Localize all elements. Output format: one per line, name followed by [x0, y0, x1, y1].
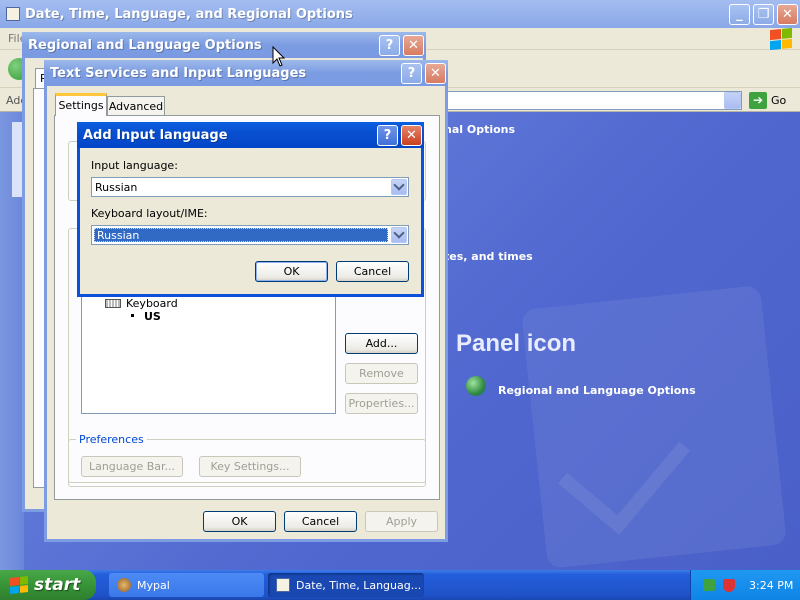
add-input-titlebar[interactable]: Add Input language ? ✕ — [77, 122, 424, 148]
windows-logo-icon — [770, 27, 792, 51]
minimize-button[interactable]: _ — [729, 3, 750, 25]
taskbar-item-label: Mypal — [137, 578, 170, 592]
explorer-app-icon — [6, 7, 20, 21]
regional-title: Regional and Language Options — [28, 37, 262, 53]
keyboard-label[interactable]: Keyboard — [126, 297, 178, 310]
go-arrow-icon[interactable]: ➔ — [749, 92, 767, 109]
start-label: start — [34, 575, 81, 595]
ok-button[interactable]: OK — [255, 261, 328, 282]
input-language-label: Input language: — [91, 159, 178, 172]
chevron-down-icon[interactable] — [391, 227, 407, 243]
keyboard-layout-select[interactable]: Russian — [91, 225, 409, 245]
clock[interactable]: 3:24 PM — [749, 579, 793, 592]
input-language-select[interactable]: Russian — [91, 177, 409, 197]
key-settings-button[interactable]: Key Settings... — [199, 456, 301, 477]
add-input-dialog: Add Input language ? ✕ Input language: R… — [77, 122, 424, 297]
go-button[interactable]: Go — [771, 94, 786, 107]
task-text[interactable]: tes, and times — [444, 250, 533, 263]
bullet-icon — [131, 314, 134, 317]
panel-heading: Panel icon — [456, 330, 577, 357]
ok-button[interactable]: OK — [203, 511, 276, 532]
keyboard-icon — [105, 299, 121, 308]
remove-button[interactable]: Remove — [345, 363, 418, 384]
system-tray: 3:24 PM — [690, 570, 800, 600]
start-button[interactable]: start — [0, 570, 96, 600]
chevron-down-icon[interactable] — [391, 179, 407, 195]
tab-advanced[interactable]: Advanced — [107, 96, 165, 116]
regional-titlebar[interactable]: Regional and Language Options ? ✕ — [22, 32, 426, 58]
cancel-button[interactable]: Cancel — [284, 511, 357, 532]
address-input[interactable] — [444, 91, 742, 110]
mypal-icon — [117, 578, 131, 592]
restore-button[interactable]: ❐ — [753, 3, 774, 25]
cancel-button[interactable]: Cancel — [336, 261, 409, 282]
text-services-title: Text Services and Input Languages — [50, 65, 307, 81]
network-icon[interactable] — [703, 579, 715, 591]
taskbar-item-label: Date, Time, Languag... — [296, 578, 422, 592]
language-bar-button[interactable]: Language Bar... — [81, 456, 183, 477]
close-button[interactable]: ✕ — [403, 34, 424, 56]
add-button[interactable]: Add... — [345, 333, 418, 354]
keyboard-layout-value: Russian — [94, 228, 388, 242]
tab-advanced-label: Advanced — [108, 100, 164, 113]
control-panel-icon — [276, 578, 290, 592]
help-button[interactable]: ? — [401, 62, 422, 84]
explorer-title: Date, Time, Language, and Regional Optio… — [25, 6, 353, 22]
close-button[interactable]: ✕ — [777, 3, 798, 25]
help-button[interactable]: ? — [379, 34, 400, 56]
keyboard-layout-label: Keyboard layout/IME: — [91, 207, 208, 220]
properties-button[interactable]: Properties... — [345, 393, 418, 414]
apply-button[interactable]: Apply — [365, 511, 438, 532]
us-label[interactable]: US — [144, 310, 161, 323]
tab-settings-label: Settings — [58, 99, 104, 112]
tab-settings[interactable]: Settings — [55, 93, 107, 116]
address-dropdown[interactable] — [724, 92, 741, 109]
taskbar: start Mypal Date, Time, Languag... 3:24 … — [0, 570, 800, 600]
taskbar-item-date-time[interactable]: Date, Time, Languag... — [268, 573, 424, 597]
taskbar-item-mypal[interactable]: Mypal — [109, 573, 264, 597]
add-input-title: Add Input language — [83, 127, 228, 143]
input-language-value: Russian — [95, 180, 138, 194]
explorer-left-pane — [0, 112, 24, 570]
help-button[interactable]: ? — [377, 124, 398, 146]
mouse-cursor-icon — [272, 46, 286, 67]
regional-options-link[interactable]: Regional and Language Options — [498, 384, 696, 397]
header-text: nal Options — [444, 123, 516, 136]
text-services-titlebar[interactable]: Text Services and Input Languages ? ✕ — [44, 60, 448, 86]
close-button[interactable]: ✕ — [401, 124, 422, 146]
close-button[interactable]: ✕ — [425, 62, 446, 84]
security-shield-icon[interactable] — [723, 578, 735, 592]
explorer-titlebar[interactable]: Date, Time, Language, and Regional Optio… — [0, 0, 800, 28]
preferences-label: Preferences — [76, 433, 147, 446]
globe-icon — [466, 376, 486, 396]
windows-flag-icon — [10, 576, 28, 594]
